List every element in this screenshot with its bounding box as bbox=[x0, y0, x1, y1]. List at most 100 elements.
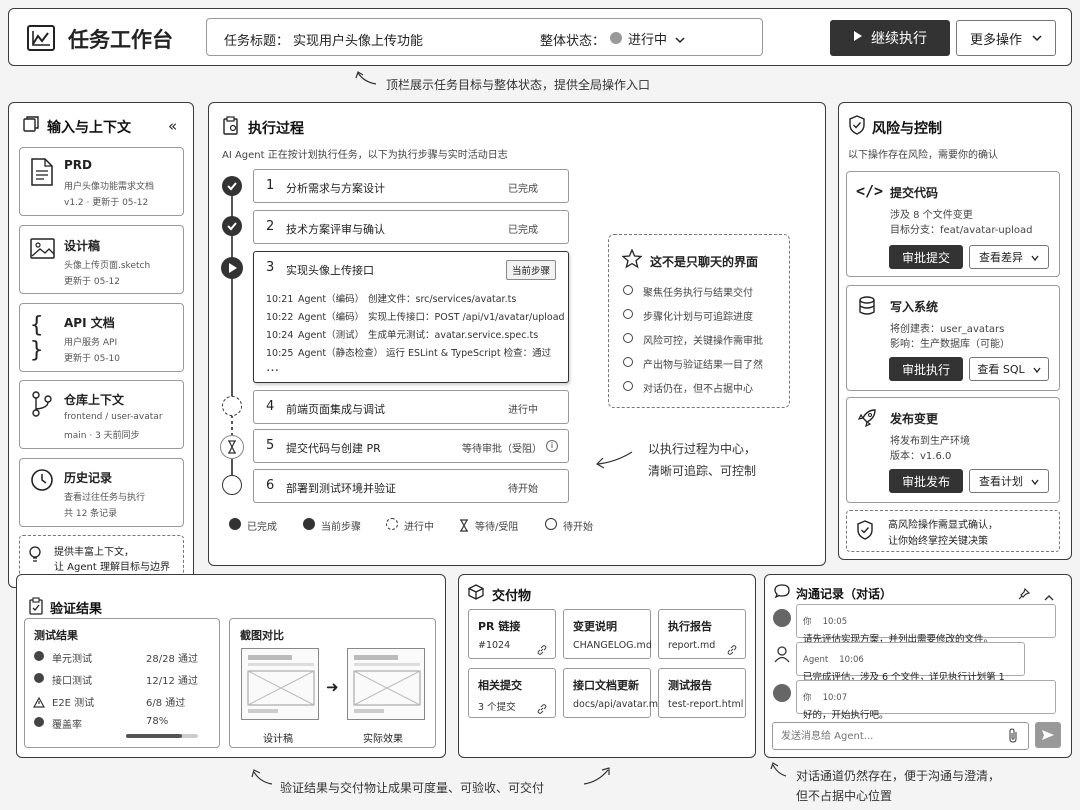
step-4[interactable]: 4 前端页面集成与调试 进行中 bbox=[253, 390, 569, 424]
risk-item-line1: 将创建表：user_avatars bbox=[890, 324, 1005, 335]
timeline-line bbox=[231, 278, 233, 398]
process-annotation-line2: 清晰可追踪、可控制 bbox=[648, 464, 757, 478]
package-icon bbox=[468, 584, 484, 604]
step-1[interactable]: 1 分析需求与方案设计 已完成 bbox=[253, 169, 569, 203]
in-progress-icon bbox=[222, 396, 242, 416]
chat-title: 沟通记录（对话） bbox=[796, 587, 893, 601]
link-icon bbox=[727, 640, 737, 659]
send-icon bbox=[1042, 730, 1054, 740]
footer-annotation-right-line2: 但不占据中心位置 bbox=[796, 789, 893, 803]
test-value: 12/12 通过 bbox=[146, 676, 198, 687]
view-sql-button[interactable]: 查看 SQL bbox=[969, 357, 1049, 381]
info-icon[interactable]: i bbox=[546, 440, 558, 452]
stack-icon bbox=[22, 115, 40, 133]
process-subtitle: AI Agent 正在按计划执行任务，以下为执行步骤与实时活动日志 bbox=[222, 150, 508, 161]
design-thumbnail[interactable] bbox=[241, 648, 319, 720]
actual-thumbnail[interactable] bbox=[347, 648, 425, 720]
design-label: 设计稿 bbox=[263, 734, 293, 745]
current-step-badge: 当前步骤 bbox=[505, 260, 556, 280]
link-icon bbox=[537, 699, 547, 718]
legend-hourglass-icon bbox=[459, 517, 469, 536]
chevron-down-icon bbox=[1031, 475, 1039, 488]
step-2[interactable]: 2 技术方案评审与确认 已完成 bbox=[253, 210, 569, 244]
legend-label: 进行中 bbox=[404, 522, 434, 533]
context-hint-line2: 让 Agent 理解目标与边界 bbox=[54, 562, 170, 573]
callout-item: 聚焦任务执行与结果交付 bbox=[643, 288, 753, 299]
deliverable-test-report[interactable]: 测试报告 test-report.html bbox=[658, 668, 746, 718]
legend-label: 待开始 bbox=[563, 522, 593, 533]
legend-current-icon bbox=[303, 518, 315, 530]
status-value: 进行中 bbox=[628, 32, 668, 48]
chat-message-user: 你 10:05 请先评估实现方案，并列出需要修改的文件。 bbox=[796, 604, 1056, 645]
legend-progress-icon bbox=[386, 518, 398, 530]
task-title-label: 任务标题： bbox=[224, 34, 290, 49]
deliverable-pr-link[interactable]: PR 链接 #1024 bbox=[468, 609, 556, 659]
context-item-title: 仓库上下文 bbox=[64, 393, 125, 407]
rocket-icon bbox=[857, 408, 877, 432]
verify-title: 验证结果 bbox=[50, 602, 103, 617]
chevron-down-icon bbox=[1033, 363, 1041, 376]
context-item-line2: 更新于 05-12 bbox=[64, 277, 121, 287]
approve-release-button[interactable]: 审批发布 bbox=[889, 469, 963, 493]
approve-execute-button[interactable]: 审批执行 bbox=[889, 357, 963, 381]
legend-pending-icon bbox=[545, 518, 557, 530]
coverage-dot-icon bbox=[34, 717, 44, 727]
status-label: 整体状态： bbox=[540, 34, 606, 49]
risk-item-title: 写入系统 bbox=[890, 300, 939, 314]
database-icon bbox=[858, 296, 876, 320]
git-branch-icon bbox=[30, 390, 56, 420]
play-icon bbox=[853, 30, 863, 46]
deliverable-report[interactable]: 执行报告 report.md bbox=[658, 609, 746, 659]
log-entry: 10:25 Agent（静态检查） 运行 ESLint & TypeScript 检… bbox=[266, 348, 552, 359]
legend-label: 当前步骤 bbox=[321, 522, 361, 533]
test-value: 78% bbox=[146, 716, 169, 727]
log-entry: 10:24 Agent（测试） 生成单元测试：avatar.service.spec… bbox=[266, 330, 539, 341]
deliverable-changelog[interactable]: 变更说明 CHANGELOG.md bbox=[563, 609, 652, 659]
context-item-title: 设计稿 bbox=[64, 239, 101, 253]
callout-item: 步骤化计划与可追踪进度 bbox=[643, 312, 753, 323]
context-item-line2: 共 12 条记录 bbox=[64, 509, 118, 519]
lightbulb-icon bbox=[27, 544, 43, 570]
send-button[interactable] bbox=[1035, 722, 1061, 748]
test-name: 单元测试 bbox=[52, 654, 92, 665]
circle-icon bbox=[623, 381, 633, 391]
footer-annotation-left: 验证结果与交付物让成果可度量、可验收、可交付 bbox=[280, 781, 545, 795]
step-6[interactable]: 6 部署到测试环境并验证 待开始 bbox=[253, 469, 569, 503]
context-title: 输入与上下文 bbox=[47, 120, 131, 136]
context-item-title: API 文档 bbox=[64, 316, 115, 330]
deliverable-api-doc[interactable]: 接口文档更新 docs/api/avatar.md bbox=[563, 668, 664, 718]
attachment-icon[interactable] bbox=[1007, 728, 1019, 748]
view-diff-button[interactable]: 查看差异 bbox=[969, 245, 1049, 269]
user-avatar bbox=[773, 684, 791, 702]
chevron-down-icon bbox=[1031, 251, 1039, 264]
coverage-bar-fill bbox=[126, 734, 183, 738]
risk-item-line2: 目标分支：feat/avatar-upload bbox=[890, 225, 1033, 236]
star-icon bbox=[621, 248, 643, 273]
context-item-line2: v1.2 · 更新于 05-12 bbox=[64, 198, 149, 208]
pin-icon[interactable] bbox=[1018, 585, 1031, 604]
context-hint-line1: 提供丰富上下文， bbox=[54, 547, 134, 558]
deliverable-commits[interactable]: 相关提交 3 个提交 bbox=[468, 668, 556, 718]
shield-icon bbox=[848, 115, 866, 139]
callout-item: 对话仍在，但不占据中心 bbox=[643, 384, 753, 395]
chat-input[interactable] bbox=[772, 722, 1029, 750]
context-item-line1: 用户服务 API bbox=[64, 338, 118, 348]
arrow-right-icon: ➜ bbox=[326, 678, 339, 696]
collapse-icon[interactable]: « bbox=[168, 117, 177, 135]
test-results-title: 测试结果 bbox=[34, 629, 78, 642]
view-plan-button[interactable]: 查看计划 bbox=[969, 469, 1049, 493]
agent-avatar-icon bbox=[773, 645, 791, 667]
callout-title: 这不是只聊天的界面 bbox=[650, 255, 759, 269]
clock-icon bbox=[30, 468, 56, 498]
header-annotation: 顶栏展示任务目标与整体状态，提供全局操作入口 bbox=[386, 78, 651, 92]
log-entry: 10:21 Agent（编码） 创建文件：src/services/avatar.t… bbox=[266, 294, 517, 305]
continue-button[interactable]: 继续执行 bbox=[830, 20, 950, 56]
status-dropdown[interactable]: 进行中 bbox=[628, 29, 690, 48]
test-value: 6/8 通过 bbox=[146, 698, 186, 709]
risk-item-line2: 影响：生产数据库（可能） bbox=[890, 339, 1010, 350]
more-actions-button[interactable]: 更多操作 bbox=[956, 20, 1056, 56]
approve-commit-button[interactable]: 审批提交 bbox=[889, 245, 963, 269]
step-5[interactable]: 5 提交代码与创建 PR 等待审批（受阻） i bbox=[253, 429, 569, 463]
process-title: 执行过程 bbox=[248, 121, 304, 137]
test-name: 覆盖率 bbox=[52, 720, 82, 731]
